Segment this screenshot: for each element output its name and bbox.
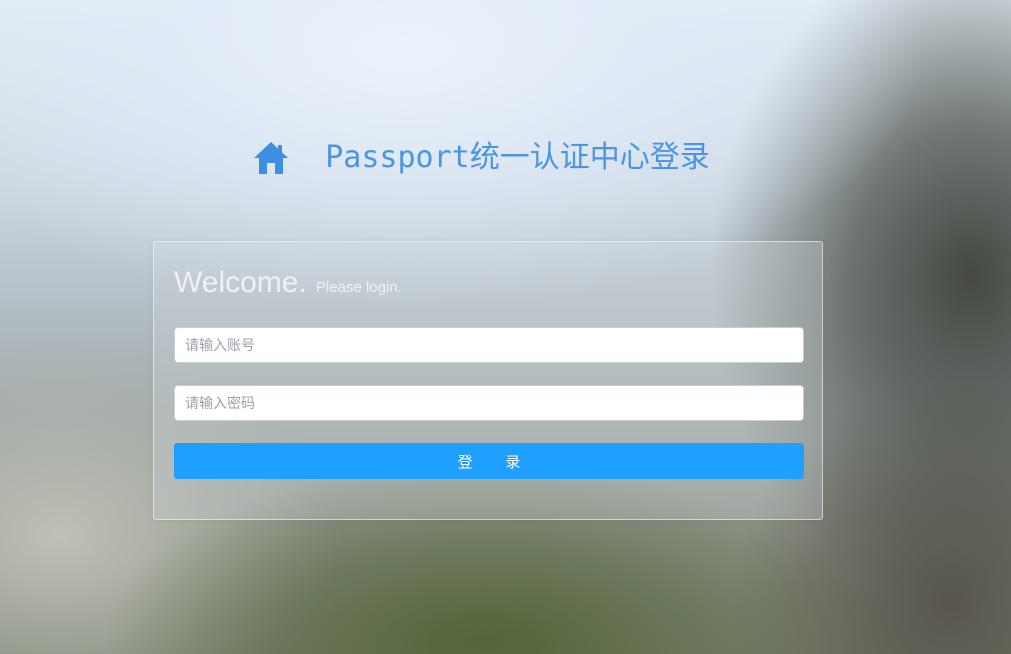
login-panel: Welcome. Please login. 登 录: [153, 241, 823, 520]
welcome-title: Welcome.: [174, 266, 307, 299]
welcome-subtitle: Please login.: [315, 279, 402, 296]
home-icon: [254, 142, 289, 174]
password-input[interactable]: [174, 385, 804, 421]
username-input[interactable]: [174, 327, 804, 363]
welcome-heading: Welcome. Please login.: [174, 266, 402, 300]
login-button[interactable]: 登 录: [174, 443, 804, 479]
page-title: Passport统一认证中心登录: [325, 140, 710, 175]
page-header: Passport统一认证中心登录: [0, 136, 1011, 180]
